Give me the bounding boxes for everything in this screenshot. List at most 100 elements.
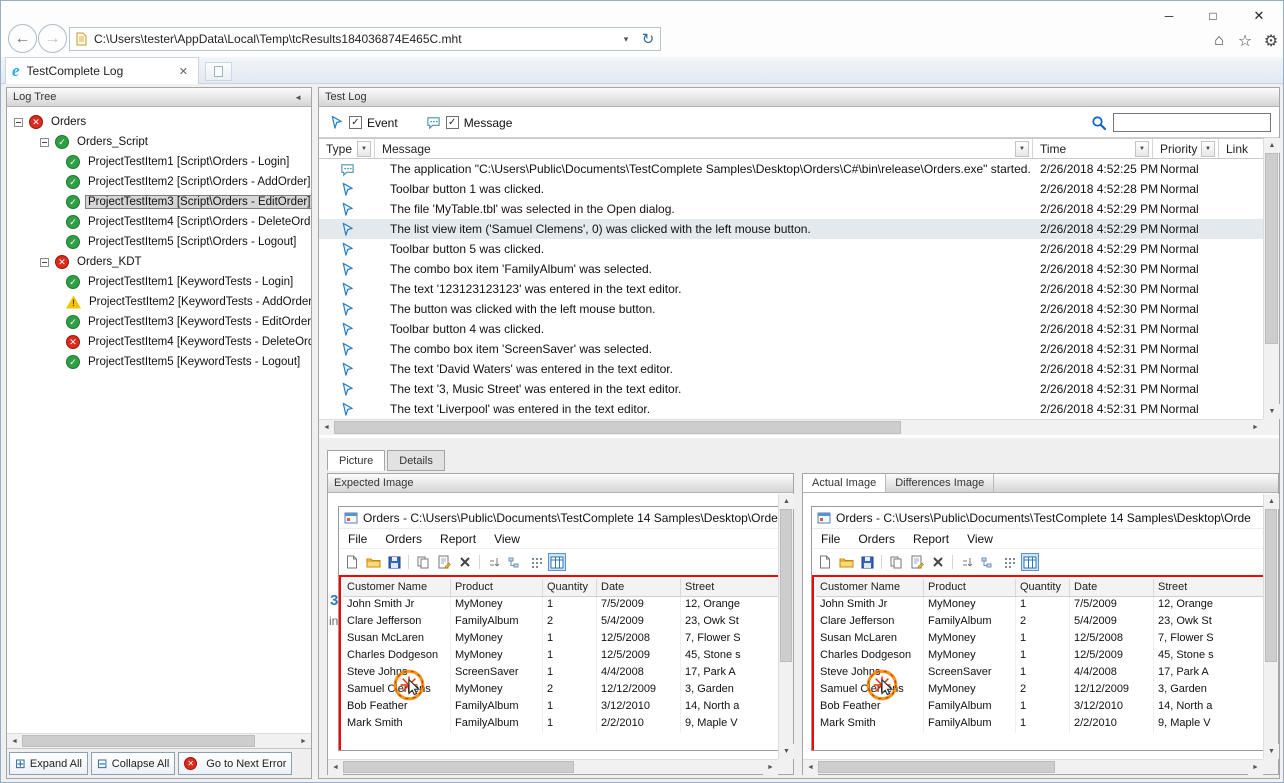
scroll-thumb[interactable] — [22, 735, 255, 747]
scroll-up-button[interactable]: ▲ — [1264, 494, 1279, 509]
tab-details[interactable]: Details — [387, 450, 445, 471]
scroll-thumb[interactable] — [780, 509, 792, 662]
tree-item[interactable]: ✓ProjectTestItem4 [Script\Orders - Delet… — [7, 212, 311, 232]
log-vertical-scrollbar[interactable]: ▲ ▼ — [1263, 138, 1279, 419]
tree-item[interactable]: ✓Orders_Script — [7, 132, 311, 152]
scroll-track[interactable] — [343, 760, 763, 774]
column-dropdown-icon[interactable]: ▼ — [1015, 141, 1029, 157]
refresh-icon[interactable]: ↻ — [636, 30, 660, 48]
log-row[interactable]: The text 'Liverpool' was entered in the … — [319, 399, 1263, 419]
tree-item[interactable]: ✓ProjectTestItem5 [KeywordTests - Logout… — [7, 352, 311, 372]
log-row[interactable]: The application "C:\Users\Public\Documen… — [319, 159, 1263, 179]
log-row[interactable]: The combo box item 'ScreenSaver' was sel… — [319, 339, 1263, 359]
log-row[interactable]: The list view item ('Samuel Clemens', 0)… — [319, 219, 1263, 239]
tree-item[interactable]: ✓ProjectTestItem1 [KeywordTests - Login] — [7, 272, 311, 292]
message-checkbox[interactable]: ✓ — [446, 116, 459, 129]
scroll-track[interactable] — [1264, 153, 1279, 404]
tree-horizontal-scrollbar[interactable]: ◄ ► — [7, 733, 311, 748]
tab-actual-image[interactable]: Actual Image — [803, 474, 886, 492]
column-header-priority[interactable]: Priority ▼ — [1153, 139, 1219, 158]
scroll-track[interactable] — [1264, 509, 1278, 744]
scroll-track[interactable] — [779, 509, 793, 744]
scroll-right-button[interactable]: ► — [763, 760, 778, 775]
scroll-thumb[interactable] — [334, 421, 901, 434]
column-header-type[interactable]: Type ▼ — [319, 139, 375, 158]
tab-testcomplete-log[interactable]: e TestComplete Log ✕ — [5, 57, 199, 84]
column-header-message[interactable]: Message ▼ — [375, 139, 1033, 158]
new-tab-button[interactable] — [205, 62, 232, 81]
scroll-left-button[interactable]: ◄ — [319, 420, 334, 435]
collapse-panel-icon[interactable]: ◄ — [291, 93, 305, 102]
tree-item[interactable]: ✓ProjectTestItem3 [Script\Orders - EditO… — [7, 192, 311, 212]
tree-item[interactable]: ✕Orders — [7, 112, 311, 132]
address-bar[interactable]: C:\Users\tester\AppData\Local\Temp\tcRes… — [69, 27, 661, 51]
scroll-up-button[interactable]: ▲ — [1264, 138, 1280, 153]
scroll-right-button[interactable]: ► — [296, 734, 311, 749]
scroll-track[interactable] — [22, 734, 296, 748]
log-row[interactable]: The button was clicked with the left mou… — [319, 299, 1263, 319]
scroll-thumb[interactable] — [343, 761, 574, 773]
address-url[interactable]: C:\Users\tester\AppData\Local\Temp\tcRes… — [94, 32, 616, 46]
column-dropdown-icon[interactable]: ▼ — [357, 141, 371, 157]
tree-expander-icon[interactable] — [14, 118, 23, 127]
go-to-next-error-button[interactable]: ✕ Go to Next Error — [178, 752, 292, 775]
column-header-time[interactable]: Time ▼ — [1033, 139, 1153, 158]
scroll-thumb[interactable] — [1265, 153, 1278, 344]
message-filter-label: Message — [464, 116, 513, 130]
scroll-right-button[interactable]: ► — [1248, 760, 1263, 775]
tree-item[interactable]: !ProjectTestItem2 [KeywordTests - AddOrd… — [7, 292, 311, 312]
tree-item[interactable]: ✓ProjectTestItem2 [Script\Orders - AddOr… — [7, 172, 311, 192]
scroll-track[interactable] — [334, 420, 1248, 435]
settings-icon[interactable]: ⚙ — [1259, 29, 1283, 53]
scroll-right-button[interactable]: ► — [1248, 420, 1263, 435]
scroll-down-button[interactable]: ▼ — [1264, 404, 1280, 419]
image-vertical-scrollbar[interactable]: ▲ ▼ — [1263, 494, 1278, 759]
scroll-down-button[interactable]: ▼ — [779, 744, 794, 759]
log-row[interactable]: Toolbar button 4 was clicked.2/26/2018 4… — [319, 319, 1263, 339]
log-horizontal-scrollbar[interactable]: ◄ ► — [319, 419, 1263, 435]
tree-expander-icon[interactable] — [40, 258, 49, 267]
tree-item[interactable]: ✓ProjectTestItem1 [Script\Orders - Login… — [7, 152, 311, 172]
close-window-button[interactable]: ✕ — [1241, 4, 1277, 27]
scroll-up-button[interactable]: ▲ — [779, 494, 794, 509]
log-row[interactable]: Toolbar button 5 was clicked.2/26/2018 4… — [319, 239, 1263, 259]
log-row[interactable]: The text '123123123123' was entered in t… — [319, 279, 1263, 299]
address-dropdown-icon[interactable]: ▾ — [616, 34, 636, 45]
image-horizontal-scrollbar[interactable]: ◄ ► — [803, 759, 1263, 774]
search-input[interactable] — [1113, 113, 1271, 132]
maximize-button[interactable]: □ — [1197, 4, 1229, 27]
scroll-left-button[interactable]: ◄ — [328, 760, 343, 775]
scroll-left-button[interactable]: ◄ — [803, 760, 818, 775]
log-row[interactable]: The file 'MyTable.tbl' was selected in t… — [319, 199, 1263, 219]
minimize-button[interactable]: ─ — [1153, 4, 1185, 27]
tree-item[interactable]: ✕ProjectTestItem4 [KeywordTests - Delete… — [7, 332, 311, 352]
log-row[interactable]: The text 'David Waters' was entered in t… — [319, 359, 1263, 379]
tree-item[interactable]: ✓ProjectTestItem5 [Script\Orders - Logou… — [7, 232, 311, 252]
log-row[interactable]: The combo box item 'FamilyAlbum' was sel… — [319, 259, 1263, 279]
tab-close-icon[interactable]: ✕ — [175, 64, 192, 79]
tree-item[interactable]: ✕Orders_KDT — [7, 252, 311, 272]
collapse-all-button[interactable]: ⊟ Collapse All — [91, 752, 175, 775]
scroll-thumb[interactable] — [1265, 509, 1277, 662]
log-row[interactable]: Toolbar button 1 was clicked.2/26/2018 4… — [319, 179, 1263, 199]
column-header-link[interactable]: Link — [1219, 139, 1263, 158]
event-checkbox[interactable]: ✓ — [349, 116, 362, 129]
back-button[interactable]: ← — [8, 24, 37, 53]
tree-expander-icon[interactable] — [40, 138, 49, 147]
scroll-track[interactable] — [818, 760, 1248, 774]
scroll-down-button[interactable]: ▼ — [1264, 744, 1279, 759]
image-horizontal-scrollbar[interactable]: ◄ ► — [328, 759, 778, 774]
tab-differences-image[interactable]: Differences Image — [886, 474, 994, 492]
forward-button[interactable]: → — [38, 24, 67, 53]
column-dropdown-icon[interactable]: ▼ — [1201, 141, 1215, 157]
tab-picture[interactable]: Picture — [327, 450, 385, 471]
scroll-left-button[interactable]: ◄ — [7, 734, 22, 749]
tree-item[interactable]: ✓ProjectTestItem3 [KeywordTests - EditOr… — [7, 312, 311, 332]
expand-all-button[interactable]: ⊞ Expand All — [9, 752, 88, 775]
home-icon[interactable]: ⌂ — [1207, 29, 1231, 53]
log-row[interactable]: The text '3, Music Street' was entered i… — [319, 379, 1263, 399]
scroll-thumb[interactable] — [818, 761, 1055, 773]
favorites-icon[interactable]: ☆ — [1233, 29, 1257, 53]
image-vertical-scrollbar[interactable]: ▲ ▼ — [778, 494, 793, 759]
column-dropdown-icon[interactable]: ▼ — [1135, 141, 1149, 157]
